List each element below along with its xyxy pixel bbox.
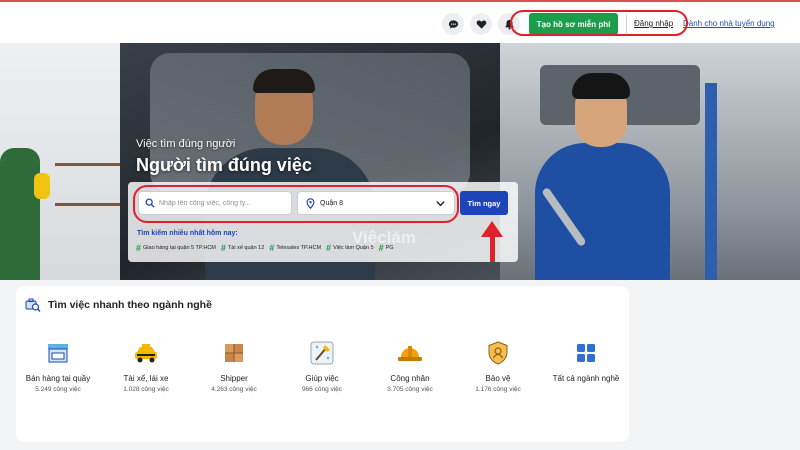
popular-tags: # Giao hàng tại quận 5 TP.HCM # Tài xế quậ… — [136, 243, 394, 253]
hash-icon: # — [269, 243, 275, 253]
hash-icon: # — [378, 243, 384, 253]
popular-tag[interactable]: # Giao hàng tại quận 5 TP.HCM — [136, 243, 216, 253]
industry-item-driver[interactable]: Tài xế, lái xe 1.028 công việc — [101, 340, 191, 393]
industry-item-all[interactable]: Tất cả ngành nghề — [541, 340, 631, 386]
shop-worker — [0, 148, 40, 280]
industries-title: Tìm việc nhanh theo ngành nghề — [48, 299, 212, 311]
popular-searches-title: Tìm kiếm nhiều nhất hôm nay: — [137, 230, 238, 237]
hero-subtitle: Việc tìm đúng người — [136, 138, 236, 150]
popular-tag[interactable]: # PG — [379, 243, 394, 253]
industry-item-security[interactable]: Bảo vệ 1.176 công việc — [453, 340, 543, 393]
chat-icon[interactable] — [442, 13, 464, 35]
annotation-oval-search — [133, 185, 459, 223]
briefcase-search-icon — [25, 297, 41, 318]
heart-icon[interactable] — [470, 13, 492, 35]
package-icon — [221, 340, 247, 366]
employer-link[interactable]: Dành cho nhà tuyển dụng — [683, 19, 775, 28]
annotation-oval-header — [510, 10, 688, 36]
industry-item-housekeeping[interactable]: Giúp việc 966 công việc — [277, 340, 367, 393]
shelf — [55, 203, 125, 206]
industry-item-sales[interactable]: Bán hàng tại quầy 5.249 công việc — [13, 340, 103, 393]
hash-icon: # — [136, 243, 142, 253]
grid-icon — [573, 340, 599, 366]
driver-hair — [253, 69, 315, 93]
taxi-icon — [133, 340, 159, 366]
industry-item-worker[interactable]: Công nhân 3.705 công việc — [365, 340, 455, 393]
popular-tag[interactable]: # Việc làm Quận 5 — [326, 243, 374, 253]
hash-icon: # — [326, 243, 332, 253]
shelf — [55, 163, 125, 166]
hard-hat-icon — [397, 340, 423, 366]
industry-item-shipper[interactable]: Shipper 4.263 công việc — [189, 340, 279, 393]
cleaning-icon — [309, 340, 335, 366]
popular-tag[interactable]: # Tài xế quận 12 — [221, 243, 264, 253]
annotation-arrow-shaft — [490, 236, 495, 262]
shield-icon — [485, 340, 511, 366]
annotation-arrow-head — [481, 221, 503, 237]
hash-icon: # — [220, 243, 226, 253]
hero-title: Người tìm đúng việc — [136, 155, 312, 175]
thumbs-up — [34, 173, 50, 199]
popular-tag[interactable]: # Telesales TP.HCM — [269, 243, 321, 253]
garage-lift — [705, 83, 717, 280]
search-button[interactable]: Tìm ngay — [460, 191, 508, 215]
shop-counter-icon — [45, 340, 71, 366]
mechanic-hair — [572, 73, 630, 99]
